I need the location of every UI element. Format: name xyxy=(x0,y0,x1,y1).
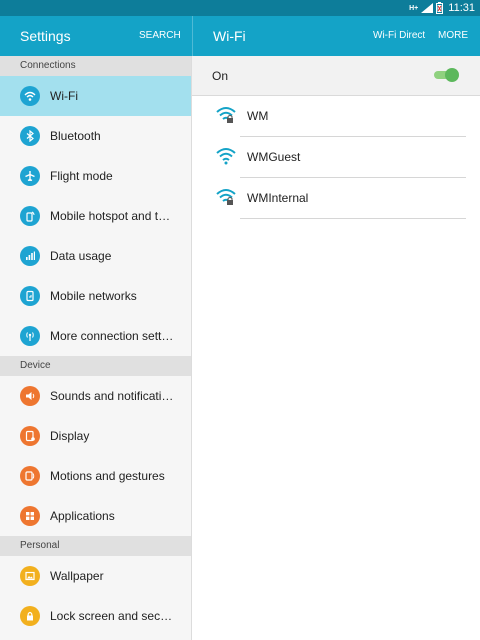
sidebar-item-label: Flight mode xyxy=(50,169,113,183)
gesture-icon xyxy=(20,466,40,486)
sidebar-item-label: More connection settin.. xyxy=(50,329,174,343)
search-button[interactable]: SEARCH xyxy=(139,30,181,41)
sidebar-item-label: Lock screen and securi.. xyxy=(50,609,174,623)
data-usage-icon xyxy=(20,246,40,266)
sidebar-item-label: Bluetooth xyxy=(50,129,101,143)
wifi-open-icon xyxy=(216,148,236,165)
sidebar-item-label: Sounds and notification.. xyxy=(50,389,174,403)
status-bar: H+ 11:31 xyxy=(0,0,480,16)
sidebar-item-label: Motions and gestures xyxy=(50,469,165,483)
network-item-wminternal[interactable]: WMInternal xyxy=(192,178,480,219)
status-time: 11:31 xyxy=(448,2,475,14)
network-name: WMGuest xyxy=(247,150,301,164)
sidebar-item-display[interactable]: Display xyxy=(0,416,191,456)
section-personal: Personal xyxy=(0,536,191,556)
status-icons: H+ 11:31 xyxy=(409,1,475,15)
network-type-label: H+ xyxy=(409,4,419,12)
antenna-icon xyxy=(20,326,40,346)
sidebar-item-bluetooth[interactable]: Bluetooth xyxy=(0,116,191,156)
sidebar-item-label: Wallpaper xyxy=(50,569,104,583)
display-icon xyxy=(20,426,40,446)
network-item-wmguest[interactable]: WMGuest xyxy=(192,137,480,178)
action-bar: Settings SEARCH Wi-Fi Wi-Fi Direct MORE xyxy=(0,16,480,56)
wifi-toggle[interactable] xyxy=(434,68,459,82)
wallpaper-icon xyxy=(20,566,40,586)
sidebar-item-label: Wi-Fi xyxy=(50,89,78,103)
sidebar-item-applications[interactable]: Applications xyxy=(0,496,191,536)
wifi-header: Wi-Fi Wi-Fi Direct MORE xyxy=(192,16,480,56)
section-connections: Connections xyxy=(0,56,191,76)
airplane-icon xyxy=(20,166,40,186)
wifi-page-title: Wi-Fi xyxy=(213,28,246,44)
sidebar-item-flight-mode[interactable]: Flight mode xyxy=(0,156,191,196)
settings-title: Settings xyxy=(20,28,71,44)
network-name: WMInternal xyxy=(247,191,309,205)
toggle-knob xyxy=(445,68,459,82)
settings-list[interactable]: Connections Wi-Fi Bluetooth Flight mode … xyxy=(0,56,192,640)
sidebar-item-label: Mobile networks xyxy=(50,289,137,303)
sidebar-item-motions[interactable]: Motions and gestures xyxy=(0,456,191,496)
sidebar-item-more-connection[interactable]: More connection settin.. xyxy=(0,316,191,356)
sidebar-item-lock-screen[interactable]: Lock screen and securi.. xyxy=(0,596,191,636)
divider xyxy=(240,218,466,219)
apps-grid-icon xyxy=(20,506,40,526)
wifi-icon xyxy=(20,86,40,106)
mobile-network-icon xyxy=(20,286,40,306)
wifi-panel: On WM WMGuest WMInternal xyxy=(192,56,480,640)
network-name: WM xyxy=(247,109,269,123)
hotspot-icon xyxy=(20,206,40,226)
sidebar-item-label: Mobile hotspot and tet.. xyxy=(50,209,174,223)
wifi-secured-icon xyxy=(216,107,236,123)
battery-icon xyxy=(436,2,444,14)
network-item-wm[interactable]: WM xyxy=(192,96,480,137)
sidebar-item-label: Applications xyxy=(50,509,115,523)
signal-icon xyxy=(421,3,434,13)
speaker-icon xyxy=(20,386,40,406)
wifi-switch-label: On xyxy=(212,69,229,83)
bluetooth-icon xyxy=(20,126,40,146)
sidebar-item-mobile-networks[interactable]: Mobile networks xyxy=(0,276,191,316)
sidebar-item-label: Display xyxy=(50,429,90,443)
wifi-secured-icon xyxy=(216,189,236,205)
sidebar-item-hotspot[interactable]: Mobile hotspot and tet.. xyxy=(0,196,191,236)
sidebar-item-label: Data usage xyxy=(50,249,112,263)
sidebar-item-sounds[interactable]: Sounds and notification.. xyxy=(0,376,191,416)
section-device: Device xyxy=(0,356,191,376)
lock-icon xyxy=(20,606,40,626)
wifi-master-switch-row[interactable]: On xyxy=(192,56,480,96)
settings-header: Settings SEARCH xyxy=(0,16,192,56)
sidebar-item-wifi[interactable]: Wi-Fi xyxy=(0,76,191,116)
sidebar-item-data-usage[interactable]: Data usage xyxy=(0,236,191,276)
wifi-direct-button[interactable]: Wi-Fi Direct xyxy=(373,30,425,41)
more-button[interactable]: MORE xyxy=(438,30,468,41)
sidebar-item-wallpaper[interactable]: Wallpaper xyxy=(0,556,191,596)
